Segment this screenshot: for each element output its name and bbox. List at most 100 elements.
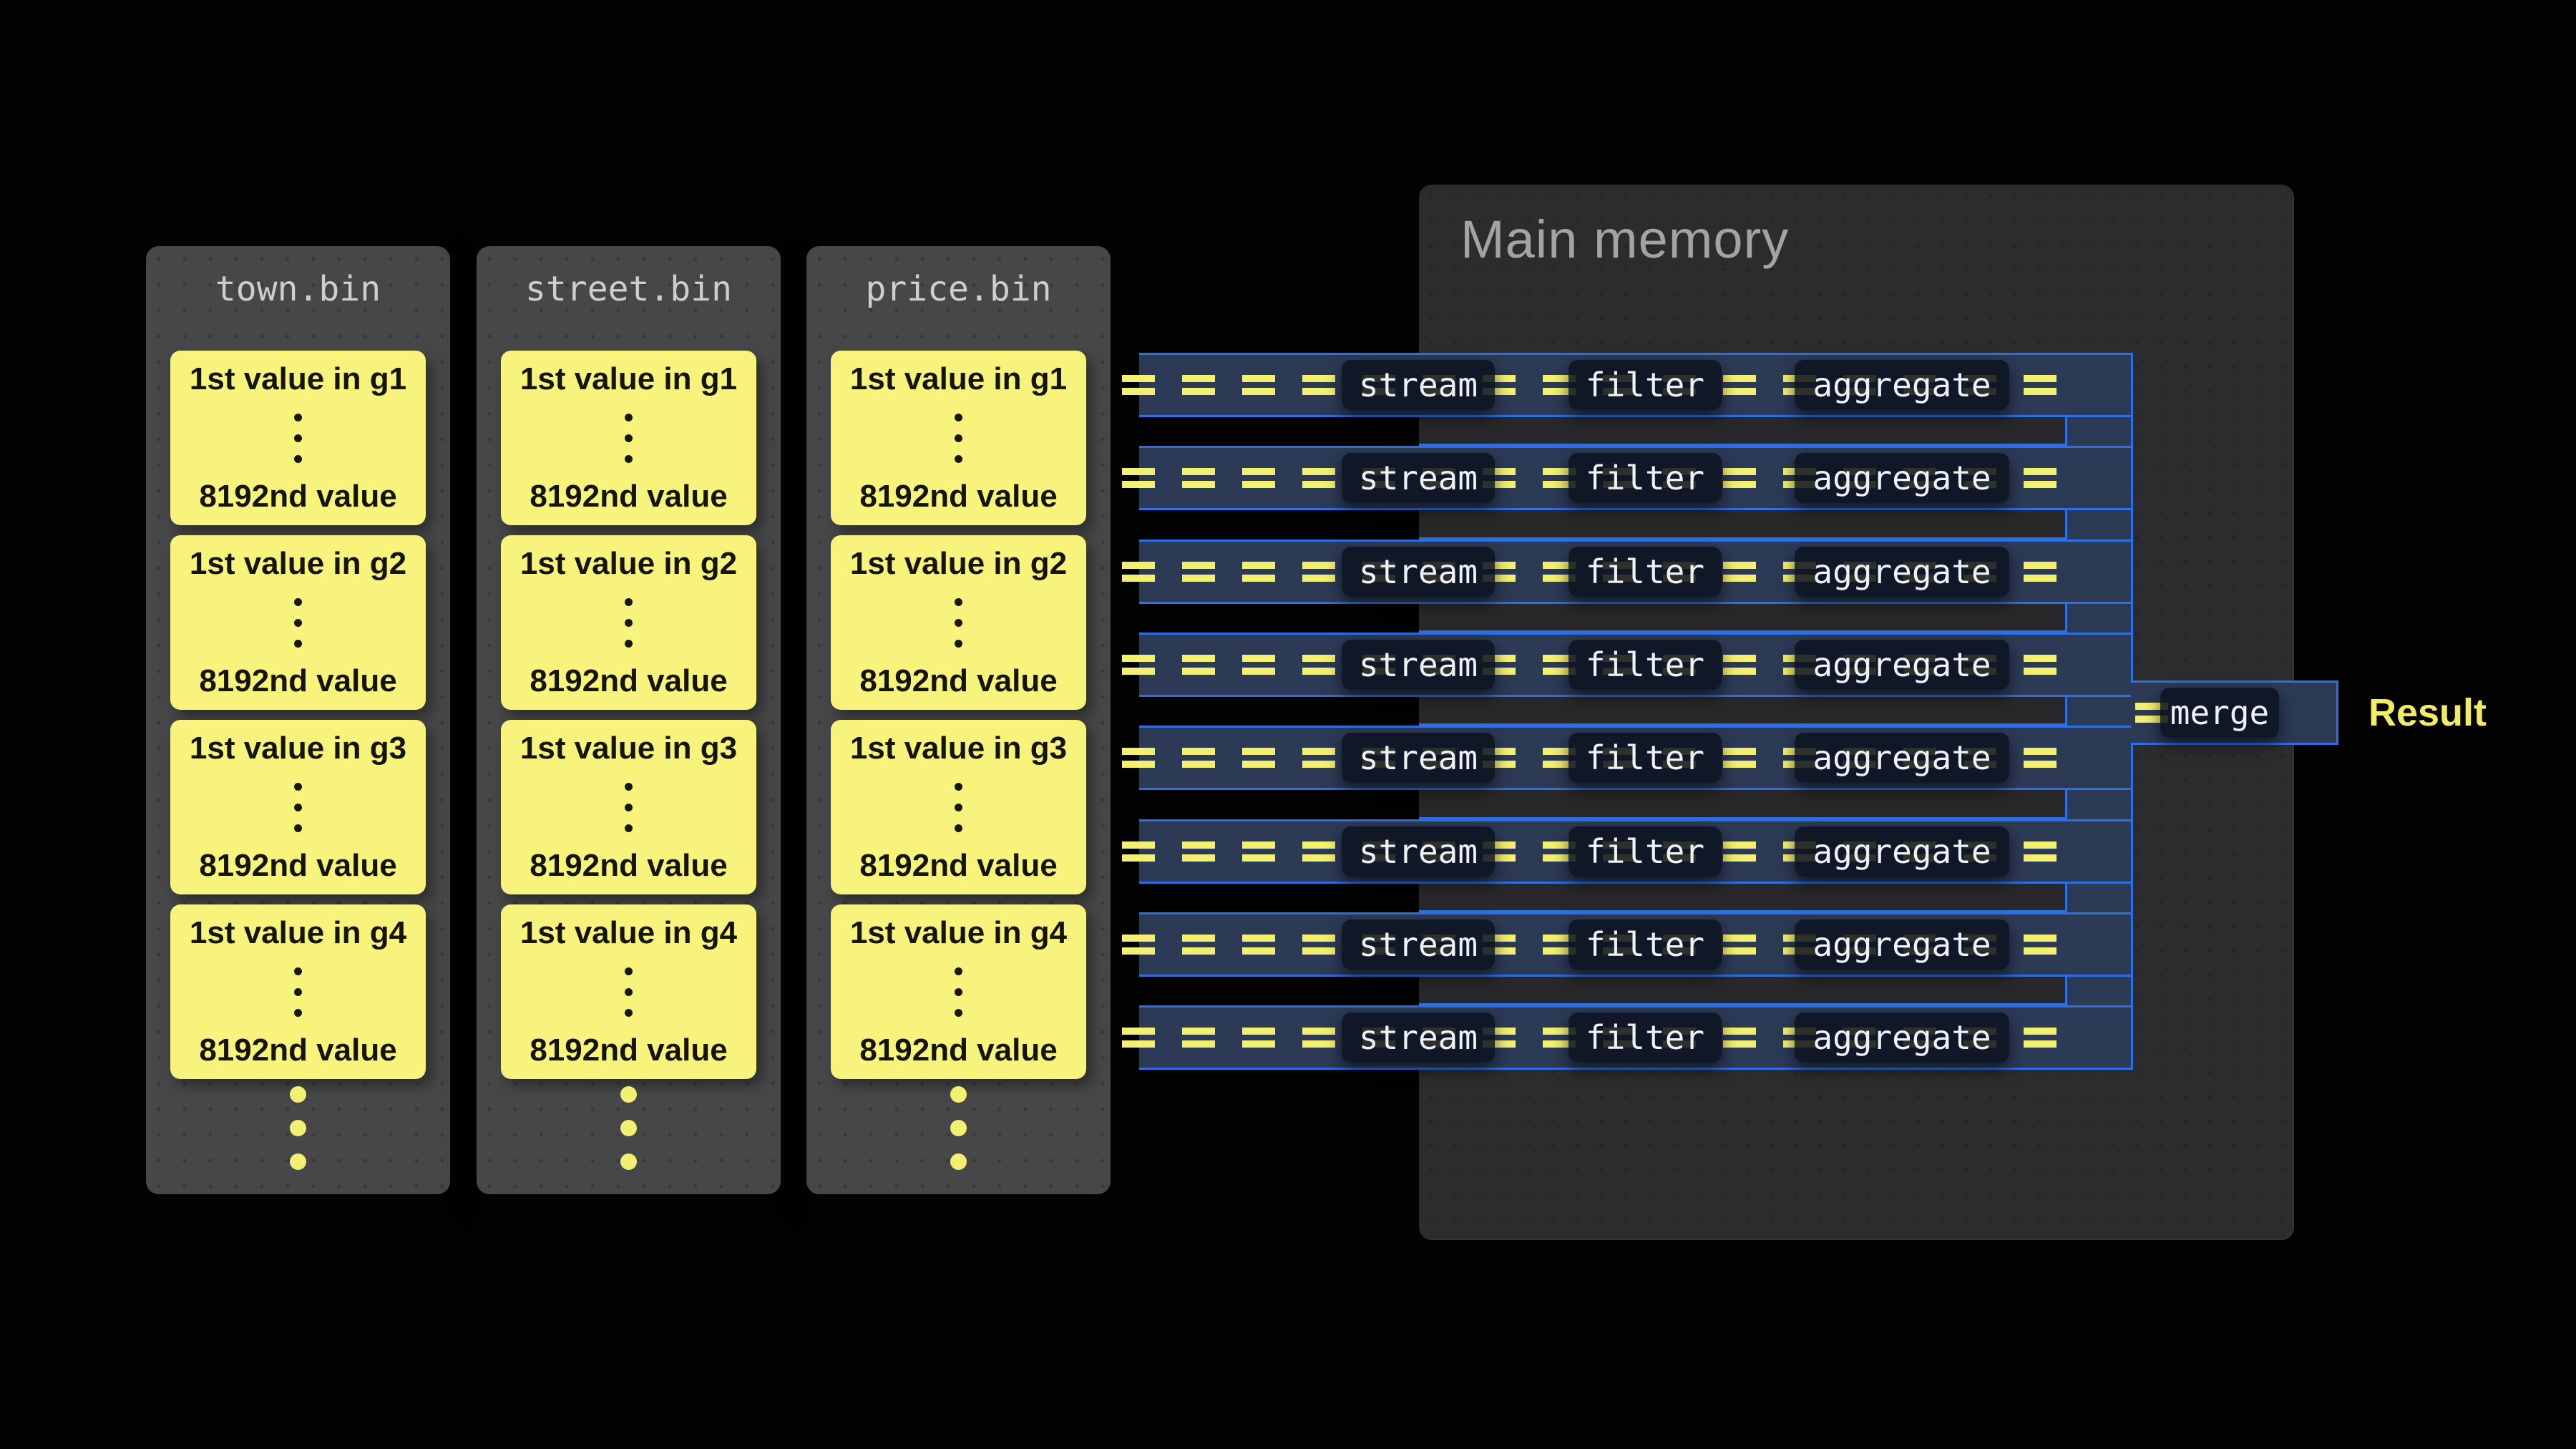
ellipsis-dot <box>625 804 633 811</box>
group-last-value-label: 8192nd value <box>859 479 1057 514</box>
ellipsis-dot <box>955 455 962 463</box>
ellipsis-dot <box>294 824 302 832</box>
file-name-label: street.bin <box>477 266 781 312</box>
stage-badge-filter: filter <box>1568 453 1722 503</box>
ellipsis-dot <box>955 598 962 606</box>
stage-badge-stream: stream <box>1342 733 1495 783</box>
stage-badge-stream: stream <box>1342 360 1495 410</box>
group-first-value-label: 1st value in g2 <box>190 547 406 581</box>
stage-badge-stream: stream <box>1342 919 1495 970</box>
ellipsis-dot <box>625 598 633 606</box>
vertical-ellipsis-icon <box>294 967 302 1017</box>
ellipsis-dot <box>294 455 302 463</box>
stage-badge-aggregate: aggregate <box>1795 453 2009 503</box>
stage-badge-aggregate: aggregate <box>1795 640 2009 690</box>
group-last-value-label: 8192nd value <box>530 1033 727 1068</box>
memory-gap-box <box>1419 879 2067 912</box>
ellipsis-dot <box>294 967 302 975</box>
vertical-ellipsis-icon <box>625 967 633 1017</box>
more-groups-ellipsis-icon <box>146 1086 450 1170</box>
group-last-value-label: 8192nd value <box>859 849 1057 883</box>
ellipsis-dot <box>290 1120 306 1136</box>
result-label: Result <box>2368 680 2487 745</box>
vertical-ellipsis-icon <box>294 598 302 648</box>
vertical-ellipsis-icon <box>294 783 302 832</box>
stage-badge-filter: filter <box>1568 547 1722 597</box>
ellipsis-dot <box>620 1120 637 1136</box>
memory-gap-box <box>1419 693 2067 726</box>
group-first-value-label: 1st value in g4 <box>520 916 737 950</box>
group-last-value-label: 8192nd value <box>530 664 727 698</box>
memory-gap-box <box>1419 600 2067 633</box>
ellipsis-dot <box>955 824 962 832</box>
group-last-value-label: 8192nd value <box>199 479 396 514</box>
file-column-street-bin: street.bin1st value in g18192nd value1st… <box>477 246 781 1194</box>
more-groups-ellipsis-icon <box>806 1086 1111 1170</box>
merge-output-bar: merge <box>2131 680 2338 745</box>
pipeline-lane: streamfilteraggregate <box>1139 1005 2133 1070</box>
file-name-label: price.bin <box>806 266 1111 312</box>
group-last-value-label: 8192nd value <box>199 849 396 883</box>
more-groups-ellipsis-icon <box>477 1086 781 1170</box>
vertical-ellipsis-icon <box>955 414 962 463</box>
value-group-card: 1st value in g3 8192nd value <box>831 720 1086 894</box>
memory-gap-box <box>1419 413 2067 446</box>
stage-badge-aggregate: aggregate <box>1795 826 2009 877</box>
ellipsis-dot <box>625 967 633 975</box>
group-last-value-label: 8192nd value <box>530 849 727 883</box>
stage-badge-filter: filter <box>1568 1013 1722 1063</box>
stage-badge-filter: filter <box>1568 360 1722 410</box>
ellipsis-dot <box>625 988 633 996</box>
group-first-value-label: 1st value in g1 <box>190 362 406 396</box>
ellipsis-dot <box>955 988 962 996</box>
ellipsis-dot <box>955 967 962 975</box>
group-first-value-label: 1st value in g2 <box>520 547 737 581</box>
group-last-value-label: 8192nd value <box>859 664 1057 698</box>
ellipsis-dot <box>625 1009 633 1017</box>
group-first-value-label: 1st value in g2 <box>850 547 1067 581</box>
ellipsis-dot <box>620 1086 637 1103</box>
vertical-ellipsis-icon <box>625 598 633 648</box>
ellipsis-dot <box>294 783 302 791</box>
value-group-card: 1st value in g2 8192nd value <box>501 535 756 710</box>
stage-badge-aggregate: aggregate <box>1795 1013 2009 1063</box>
group-last-value-label: 8192nd value <box>199 664 396 698</box>
ellipsis-dot <box>625 640 633 648</box>
pipeline-lane: streamfilteraggregate <box>1139 726 2133 790</box>
value-group-card: 1st value in g4 8192nd value <box>501 904 756 1079</box>
value-group-card: 1st value in g2 8192nd value <box>831 535 1086 710</box>
stage-badge-stream: stream <box>1342 640 1495 690</box>
ellipsis-dot <box>955 640 962 648</box>
ellipsis-dot <box>950 1086 967 1103</box>
group-first-value-label: 1st value in g3 <box>190 731 406 766</box>
pipeline-lane: streamfilteraggregate <box>1139 633 2133 697</box>
stage-badge-aggregate: aggregate <box>1795 733 2009 783</box>
value-group-card: 1st value in g18192nd value <box>831 351 1086 525</box>
group-first-value-label: 1st value in g4 <box>190 916 406 950</box>
ellipsis-dot <box>625 619 633 627</box>
value-group-card: 1st value in g4 8192nd value <box>170 904 426 1079</box>
memory-gap-box <box>1419 786 2067 819</box>
group-first-value-label: 1st value in g3 <box>850 731 1067 766</box>
value-group-card: 1st value in g18192nd value <box>501 351 756 525</box>
file-column-town-bin: town.bin1st value in g18192nd value1st v… <box>146 246 450 1194</box>
memory-gap-box <box>1419 972 2067 1005</box>
ellipsis-dot <box>955 1009 962 1017</box>
stage-badge-filter: filter <box>1568 919 1722 970</box>
ellipsis-dot <box>294 804 302 811</box>
ellipsis-dot <box>950 1153 967 1170</box>
group-last-value-label: 8192nd value <box>199 1033 396 1068</box>
value-group-card: 1st value in g1 8192nd value <box>170 351 426 525</box>
ellipsis-dot <box>294 414 302 421</box>
stage-badge-merge: merge <box>2160 688 2279 738</box>
stage-badge-stream: stream <box>1342 453 1495 503</box>
group-first-value-label: 1st value in g4 <box>850 916 1067 950</box>
ellipsis-dot <box>955 804 962 811</box>
ellipsis-dot <box>294 640 302 648</box>
ellipsis-dot <box>955 414 962 421</box>
vertical-ellipsis-icon <box>955 967 962 1017</box>
value-group-card: 1st value in g48192nd value <box>831 904 1086 1079</box>
ellipsis-dot <box>955 434 962 442</box>
ellipsis-dot <box>625 783 633 791</box>
vertical-ellipsis-icon <box>955 783 962 832</box>
